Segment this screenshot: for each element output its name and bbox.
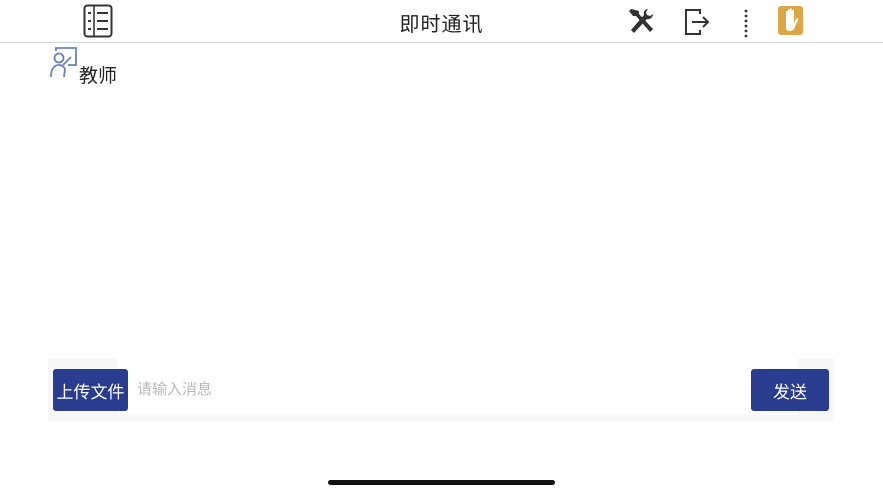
message-composer: 上传文件 发送 — [48, 358, 834, 422]
send-button[interactable]: 发送 — [751, 369, 829, 411]
home-indicator — [328, 480, 555, 485]
logout-icon[interactable] — [682, 6, 712, 38]
raise-hand-icon[interactable] — [778, 6, 803, 35]
teacher-label: 教师 — [79, 65, 118, 87]
message-input[interactable] — [133, 369, 751, 409]
teacher-icon — [49, 45, 79, 79]
more-vertical-icon[interactable] — [732, 6, 762, 38]
upload-file-button[interactable]: 上传文件 — [53, 369, 128, 411]
tools-icon[interactable] — [626, 6, 656, 38]
top-bar: 即时通讯 — [0, 0, 883, 43]
